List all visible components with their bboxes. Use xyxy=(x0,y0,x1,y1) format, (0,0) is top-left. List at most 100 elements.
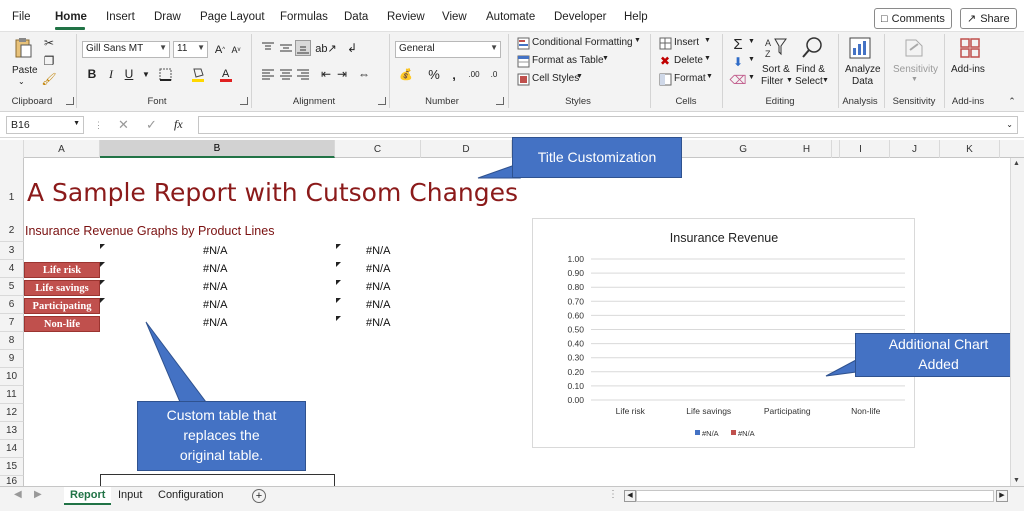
insert-function-icon[interactable]: fx xyxy=(174,117,183,132)
comments-button[interactable]: □ Comments xyxy=(874,8,952,29)
font-launcher-icon[interactable] xyxy=(240,97,248,105)
sheet-tab-input[interactable]: Input xyxy=(112,487,148,505)
align-center-icon[interactable] xyxy=(278,66,294,82)
copy-icon[interactable]: ❐ xyxy=(42,54,56,68)
row-header-12[interactable]: 12 xyxy=(0,404,24,422)
sort-filter-icon[interactable]: AZ xyxy=(764,36,788,60)
value-cell-b5[interactable]: #N/A xyxy=(203,281,227,293)
value-cell-c3[interactable]: #N/A xyxy=(366,245,390,257)
menu-draw[interactable]: Draw xyxy=(154,11,181,23)
cut-icon[interactable]: ✂ xyxy=(42,36,56,50)
column-header-i[interactable]: I xyxy=(832,140,890,158)
number-format-select[interactable]: General ▼ xyxy=(395,41,501,58)
paste-label[interactable]: Paste xyxy=(12,65,38,76)
row-header-11[interactable]: 11 xyxy=(0,386,24,404)
row-header-13[interactable]: 13 xyxy=(0,422,24,440)
font-size-select[interactable]: 11 ▼ xyxy=(173,41,208,58)
align-left-icon[interactable] xyxy=(260,66,276,82)
column-header-d[interactable]: D xyxy=(421,140,512,158)
row-header-7[interactable]: 7 xyxy=(0,314,24,332)
analyze-data-label-1[interactable]: Analyze xyxy=(845,64,881,75)
column-header-h[interactable]: H xyxy=(782,140,832,158)
sort-filter-label-2[interactable]: Filter xyxy=(761,76,783,87)
format-painter-icon[interactable]: 🖌 xyxy=(41,72,56,86)
font-name-select[interactable]: Gill Sans MT ▼ xyxy=(82,41,170,58)
collapse-ribbon-icon[interactable]: ⌃ xyxy=(1006,96,1018,106)
decrease-indent-icon[interactable]: ⇤ xyxy=(318,66,334,82)
scroll-right-icon[interactable]: ▶ xyxy=(996,490,1008,502)
cell-styles-button[interactable]: Cell Styles xyxy=(532,73,579,84)
row-header-9[interactable]: 9 xyxy=(0,350,24,368)
scroll-up-icon[interactable]: ▲ xyxy=(1013,160,1020,167)
decrease-decimal-icon[interactable]: .0 xyxy=(486,66,502,82)
chevron-down-icon[interactable]: ⌄ xyxy=(1006,120,1013,129)
value-cell-b6[interactable]: #N/A xyxy=(203,299,227,311)
scroll-right-icon[interactable]: ▶ xyxy=(34,489,42,500)
vertical-scrollbar[interactable]: ▲ ▼ xyxy=(1010,158,1024,486)
analyze-data-icon[interactable] xyxy=(848,36,872,60)
format-as-table-button[interactable]: Format as Table xyxy=(532,55,604,66)
underline-dropdown-icon[interactable]: ▼ xyxy=(138,66,154,82)
fill-color-icon[interactable] xyxy=(190,66,206,82)
column-header-b[interactable]: B xyxy=(100,140,335,158)
analyze-data-label-2[interactable]: Data xyxy=(852,76,873,87)
percent-icon[interactable]: % xyxy=(426,66,442,82)
category-label-life-savings[interactable]: Life savings xyxy=(24,280,100,296)
paste-dropdown-icon[interactable]: ⌄ xyxy=(18,77,25,86)
menu-insert[interactable]: Insert xyxy=(106,11,135,23)
scroll-left-icon[interactable]: ◀ xyxy=(624,490,636,502)
value-cell-c4[interactable]: #N/A xyxy=(366,263,390,275)
category-label-non-life[interactable]: Non-life xyxy=(24,316,100,332)
align-bottom-icon[interactable] xyxy=(295,40,311,56)
insert-cells-button[interactable]: Insert xyxy=(674,37,699,48)
name-box[interactable]: B16 ▼ xyxy=(6,116,84,134)
report-title[interactable]: A Sample Report with Cutsom Changes xyxy=(27,178,518,207)
column-header-j[interactable]: J xyxy=(890,140,940,158)
column-header-k[interactable]: K xyxy=(940,140,1000,158)
menu-page-layout[interactable]: Page Layout xyxy=(200,11,265,23)
row-header-6[interactable]: 6 xyxy=(0,296,24,314)
formula-input[interactable]: ⌄ xyxy=(198,116,1018,134)
share-button[interactable]: ↗ Share xyxy=(960,8,1017,29)
increase-decimal-icon[interactable]: .00 xyxy=(466,66,482,82)
row-header-15[interactable]: 15 xyxy=(0,458,24,476)
clear-icon[interactable]: ⌫ xyxy=(730,72,747,88)
more-options-icon[interactable]: ⋮ xyxy=(94,120,103,131)
underline-icon[interactable]: U xyxy=(121,66,137,82)
borders-icon[interactable] xyxy=(157,66,173,82)
menu-file[interactable]: File xyxy=(12,11,31,23)
bold-icon[interactable]: B xyxy=(84,66,100,82)
menu-automate[interactable]: Automate xyxy=(486,11,535,23)
merge-center-icon[interactable]: ⇔ xyxy=(356,66,372,82)
value-cell-b4[interactable]: #N/A xyxy=(203,263,227,275)
orientation-icon[interactable]: ab↗ xyxy=(315,40,336,56)
accounting-format-icon[interactable]: 💰 xyxy=(398,66,414,82)
menu-data[interactable]: Data xyxy=(344,11,368,23)
decrease-font-icon[interactable]: Av xyxy=(228,42,244,58)
category-label-participating[interactable]: Participating xyxy=(24,298,100,314)
select-all-corner[interactable] xyxy=(0,140,24,158)
comma-style-icon[interactable]: ‚ xyxy=(446,66,462,82)
row-header-5[interactable]: 5 xyxy=(0,278,24,296)
italic-icon[interactable]: I xyxy=(103,66,119,82)
value-cell-b3[interactable]: #N/A xyxy=(203,245,227,257)
menu-view[interactable]: View xyxy=(442,11,467,23)
font-color-icon[interactable]: A xyxy=(218,66,234,82)
wrap-text-icon[interactable]: ↲ xyxy=(344,40,360,56)
align-right-icon[interactable] xyxy=(295,66,311,82)
align-top-icon[interactable] xyxy=(260,40,276,56)
find-select-icon[interactable] xyxy=(800,36,824,60)
value-cell-c7[interactable]: #N/A xyxy=(366,317,390,329)
delete-cells-button[interactable]: Delete xyxy=(674,55,703,66)
row-header-14[interactable]: 14 xyxy=(0,440,24,458)
report-subtitle[interactable]: Insurance Revenue Graphs by Product Line… xyxy=(25,224,274,238)
format-cells-button[interactable]: Format xyxy=(674,73,706,84)
more-options-icon[interactable]: ⋮ xyxy=(608,489,618,500)
number-launcher-icon[interactable] xyxy=(496,97,504,105)
column-header-c[interactable]: C xyxy=(335,140,421,158)
conditional-formatting-button[interactable]: Conditional Formatting xyxy=(532,37,633,48)
menu-formulas[interactable]: Formulas xyxy=(280,11,328,23)
clipboard-launcher-icon[interactable] xyxy=(66,97,74,105)
enter-icon[interactable]: ✓ xyxy=(146,117,157,133)
category-label-life-risk[interactable]: Life risk xyxy=(24,262,100,278)
